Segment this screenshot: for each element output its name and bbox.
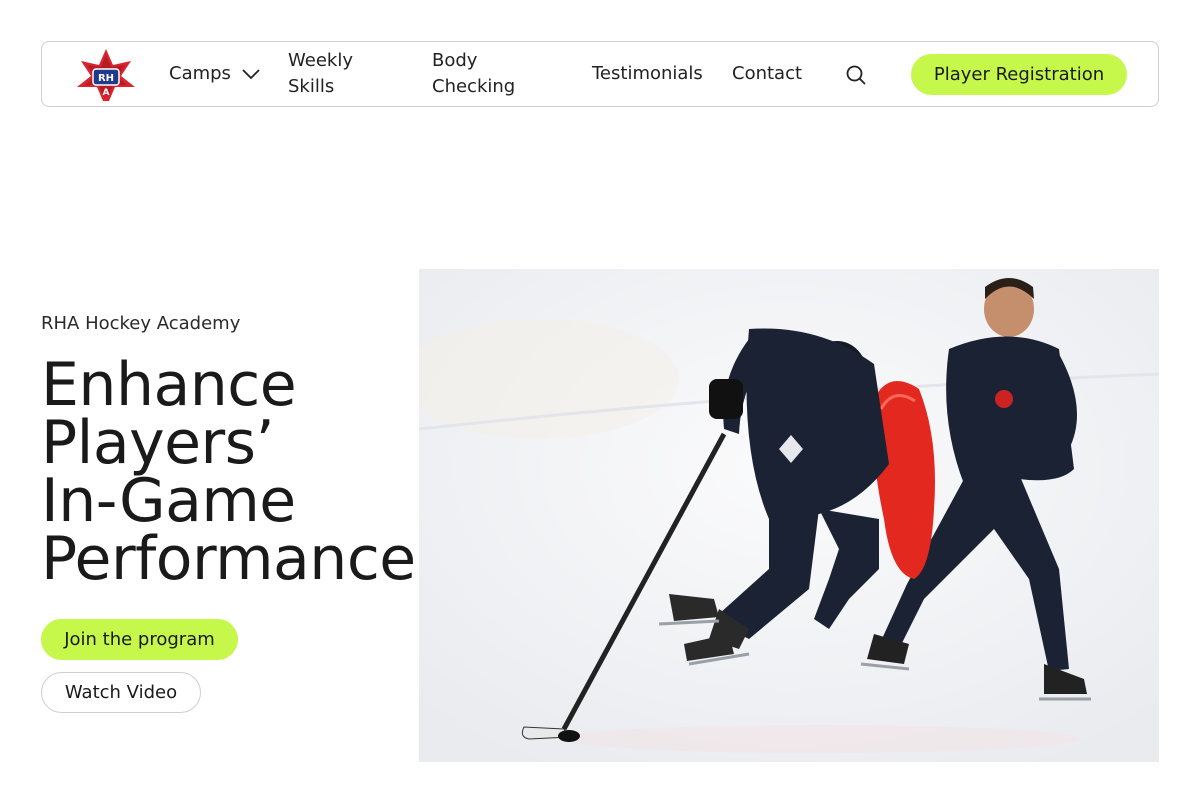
rha-logo-icon[interactable]: RH A [73,47,139,103]
hero-headline: Enhance Players’ In-Game Performance [41,350,416,594]
hero-eyebrow: RHA Hockey Academy [41,313,241,334]
headline-line: In-Game [41,466,296,536]
svg-text:RH: RH [98,73,114,84]
nav-item-camps[interactable]: Camps [169,61,261,87]
nav-item-body-checking[interactable]: Body Checking [432,48,552,100]
headline-line: Performance [41,524,416,594]
chevron-down-icon [242,69,260,80]
watch-video-button[interactable]: Watch Video [41,672,201,713]
hockey-training-illustration [419,269,1159,762]
nav-item-contact[interactable]: Contact [732,61,802,87]
nav-item-weekly-skills[interactable]: Weekly Skills [288,48,398,100]
hero-image [419,269,1159,762]
hero-text: RHA Hockey Academy Enhance Players’ In-G… [41,312,416,594]
player-registration-button[interactable]: Player Registration [911,54,1127,95]
nav-item-camps-label: Camps [169,63,231,84]
join-program-button[interactable]: Join the program [41,619,238,660]
search-icon[interactable] [844,63,868,87]
headline-line: Players’ [41,408,275,478]
headline-line: Enhance [41,350,297,420]
svg-text:A: A [103,88,110,98]
nav-item-testimonials[interactable]: Testimonials [592,61,703,87]
main-navbar: RH A Camps Weekly Skills Body Checking T… [41,41,1159,107]
puck [558,730,580,742]
